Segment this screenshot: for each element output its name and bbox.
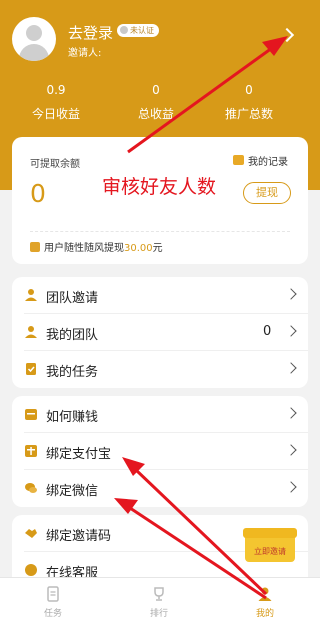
- task-tab-icon: [47, 586, 59, 602]
- stat-label: 总收益: [137, 107, 174, 121]
- stat-value: 0: [245, 83, 253, 97]
- menu-item-how-to-earn[interactable]: 如何赚钱: [12, 396, 308, 433]
- team-invite-icon: [25, 289, 37, 301]
- chevron-right-icon: [285, 444, 297, 456]
- money-icon: [25, 409, 37, 420]
- menu-label: 绑定邀请码: [46, 529, 112, 544]
- tab-label: 我的: [255, 609, 274, 619]
- task-icon: [26, 363, 36, 375]
- balance-card: 可提取余额 0 我的记录 提现 审核好友人数 用户随性随风提现30.00元: [12, 137, 308, 264]
- chevron-right-icon: [285, 288, 297, 300]
- menu-label: 我的团队: [46, 328, 99, 343]
- notice-prefix: 用户随性随风提现: [44, 243, 124, 254]
- avatar[interactable]: [12, 17, 56, 61]
- menu-label: 团队邀请: [46, 291, 99, 306]
- stat-label: 推广总数: [224, 107, 273, 121]
- user-tab-icon: [258, 587, 272, 601]
- tab-label: 任务: [43, 609, 62, 619]
- invite-now-float-button[interactable]: 立即邀请: [243, 528, 299, 566]
- tab-tasks[interactable]: 任务: [0, 578, 106, 627]
- withdraw-button[interactable]: 提现: [243, 182, 291, 204]
- chevron-right-icon: [285, 325, 297, 337]
- stat-total-income[interactable]: 0 总收益: [103, 83, 209, 122]
- annotation-text: 审核好友人数: [102, 176, 217, 198]
- badge-icon: [120, 26, 128, 34]
- team-count: 0: [263, 324, 272, 339]
- menu-label: 绑定支付宝: [46, 447, 112, 462]
- menu-item-bind-wechat[interactable]: 绑定微信: [12, 470, 308, 507]
- menu-item-my-team[interactable]: 我的团队 0: [12, 314, 308, 351]
- my-team-icon: [25, 326, 37, 338]
- menu-group-team: 团队邀请 我的团队 0 我的任务: [12, 277, 308, 388]
- chevron-right-icon[interactable]: [279, 27, 295, 43]
- stat-promotion-count[interactable]: 0 推广总数: [196, 83, 302, 122]
- speaker-icon: [30, 242, 40, 252]
- records-link[interactable]: 我的记录: [248, 153, 288, 168]
- menu-label: 绑定微信: [46, 484, 99, 499]
- chevron-right-icon: [285, 362, 297, 374]
- wechat-icon: [25, 483, 37, 493]
- balance-amount: 0: [30, 179, 46, 208]
- notice-suffix: 元: [152, 243, 163, 254]
- tab-ranking[interactable]: 排行: [106, 578, 212, 627]
- menu-label: 我的任务: [46, 365, 99, 380]
- stat-label: 今日收益: [31, 107, 80, 121]
- alipay-icon: [25, 445, 37, 457]
- stat-value: 0: [152, 83, 160, 97]
- invite-now-label: 立即邀请: [254, 547, 286, 556]
- avatar-body: [19, 44, 49, 61]
- menu-item-team-invite[interactable]: 团队邀请: [12, 277, 308, 314]
- bottom-tab-bar: 任务 排行 我的: [0, 577, 320, 627]
- balance-title: 可提取余额: [30, 159, 80, 170]
- handshake-icon: [25, 529, 37, 538]
- withdraw-notice: 用户随性随风提现30.00元: [44, 239, 163, 254]
- trophy-icon: [154, 587, 164, 601]
- tab-label: 排行: [149, 609, 168, 619]
- stat-value: 0.9: [46, 83, 66, 97]
- menu-group-account: 如何赚钱 绑定支付宝 绑定微信: [12, 396, 308, 507]
- chevron-right-icon: [285, 407, 297, 419]
- chevron-right-icon: [285, 481, 297, 493]
- records-icon[interactable]: [233, 155, 244, 165]
- customer-service-icon: [25, 564, 37, 576]
- inviter-label: 邀请人:: [68, 48, 102, 59]
- notice-amount: 30.00: [124, 243, 153, 254]
- tab-mine[interactable]: 我的: [212, 578, 318, 627]
- avatar-head: [26, 25, 42, 41]
- badge-label: 未认证: [130, 26, 154, 35]
- gift-lid: [243, 528, 297, 538]
- stat-today-income[interactable]: 0.9 今日收益: [3, 83, 109, 122]
- login-link[interactable]: 去登录: [68, 22, 113, 43]
- menu-label: 如何赚钱: [46, 410, 99, 425]
- divider: [30, 231, 290, 232]
- menu-item-bind-alipay[interactable]: 绑定支付宝: [12, 433, 308, 470]
- verification-badge: 未认证: [117, 24, 159, 37]
- menu-item-my-tasks[interactable]: 我的任务: [12, 351, 308, 388]
